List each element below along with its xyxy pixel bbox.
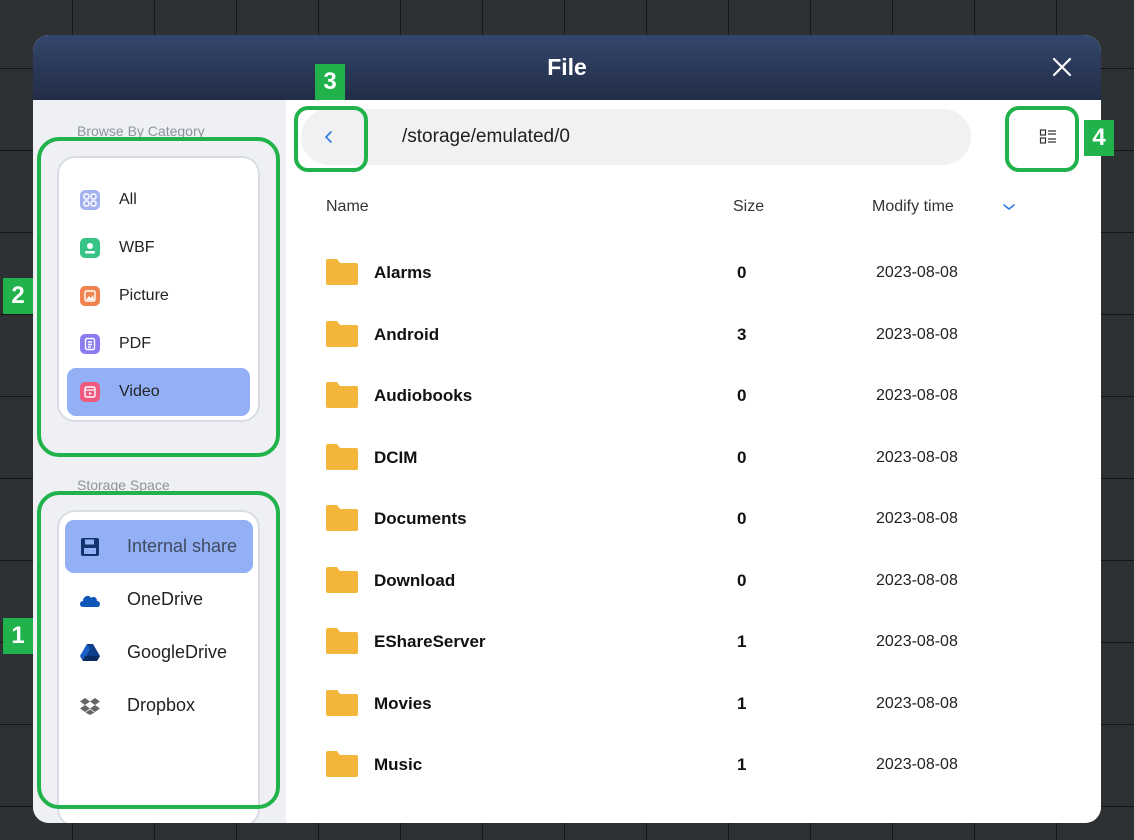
file-size: 0 <box>737 570 747 590</box>
column-header-size[interactable]: Size <box>733 198 764 216</box>
file-row[interactable]: Documents 0 2023-08-08 <box>286 487 1046 548</box>
file-row[interactable]: Download 0 2023-08-08 <box>286 549 1046 610</box>
annotation-badge-1: 1 <box>3 618 33 654</box>
current-path: /storage/emulated/0 <box>402 126 570 147</box>
file-name: Documents <box>374 509 467 528</box>
highlight-category-section <box>37 137 280 457</box>
dialog-title: File <box>547 54 587 80</box>
file-name: Music <box>374 755 423 774</box>
file-size: 0 <box>737 263 747 282</box>
file-modify-time: 2023-08-08 <box>876 387 958 404</box>
folder-icon <box>326 320 358 347</box>
file-size: 0 <box>737 447 747 467</box>
file-size: 3 <box>737 324 747 344</box>
folder-icon <box>326 259 358 285</box>
file-row[interactable]: DCIM 0 2023-08-08 <box>286 426 1046 487</box>
file-modify-time: 2023-08-08 <box>876 448 958 466</box>
path-bar: /storage/emulated/0 <box>301 109 971 165</box>
title-bar: File <box>33 35 1101 100</box>
annotation-badge-2: 2 <box>3 278 33 314</box>
file-name: Movies <box>374 693 432 713</box>
chevron-down-icon[interactable] <box>1000 198 1018 216</box>
file-row[interactable]: Audiobooks 0 2023-08-08 <box>286 364 1046 425</box>
file-modify-time: 2023-08-08 <box>876 633 958 650</box>
file-browser: /storage/emulated/0 Name Size Modify tim… <box>286 100 1101 823</box>
column-header-name[interactable]: Name <box>326 198 369 216</box>
folder-icon <box>326 566 358 593</box>
file-size: 1 <box>737 632 747 651</box>
file-name: DCIM <box>374 447 418 467</box>
folder-icon <box>326 751 358 777</box>
file-row[interactable]: Movies 1 2023-08-08 <box>286 672 1046 733</box>
file-modify-time: 2023-08-08 <box>876 325 958 343</box>
file-size: 0 <box>737 509 747 528</box>
file-name: EShareServer <box>374 632 486 651</box>
file-name: Android <box>374 324 440 344</box>
file-size: 1 <box>737 693 747 713</box>
file-row[interactable]: Alarms 0 2023-08-08 <box>286 241 1046 302</box>
file-row[interactable]: EShareServer 1 2023-08-08 <box>286 610 1046 671</box>
highlight-back-button <box>294 106 368 172</box>
highlight-storage-section <box>37 491 280 809</box>
file-size: 0 <box>737 386 747 405</box>
folder-icon <box>326 689 358 716</box>
folder-icon <box>326 382 358 408</box>
file-modify-time: 2023-08-08 <box>876 756 958 773</box>
file-modify-time: 2023-08-08 <box>876 264 958 281</box>
file-name: Audiobooks <box>374 386 473 405</box>
folder-icon <box>326 628 358 654</box>
file-name: Alarms <box>374 263 432 282</box>
highlight-view-button <box>1005 106 1079 172</box>
close-icon[interactable] <box>1049 54 1075 80</box>
file-modify-time: 2023-08-08 <box>876 510 958 527</box>
folder-icon <box>326 443 358 470</box>
file-row[interactable]: Music 1 2023-08-08 <box>286 733 1046 794</box>
column-header-modify-time[interactable]: Modify time <box>872 198 954 216</box>
folder-icon <box>326 505 358 531</box>
file-modify-time: 2023-08-08 <box>876 571 958 589</box>
annotation-badge-4: 4 <box>1084 120 1114 156</box>
file-modify-time: 2023-08-08 <box>876 694 958 712</box>
file-name: Download <box>374 570 456 590</box>
annotation-badge-3: 3 <box>315 64 345 100</box>
file-size: 1 <box>737 755 747 774</box>
file-row[interactable]: Android 3 2023-08-08 <box>286 303 1046 364</box>
